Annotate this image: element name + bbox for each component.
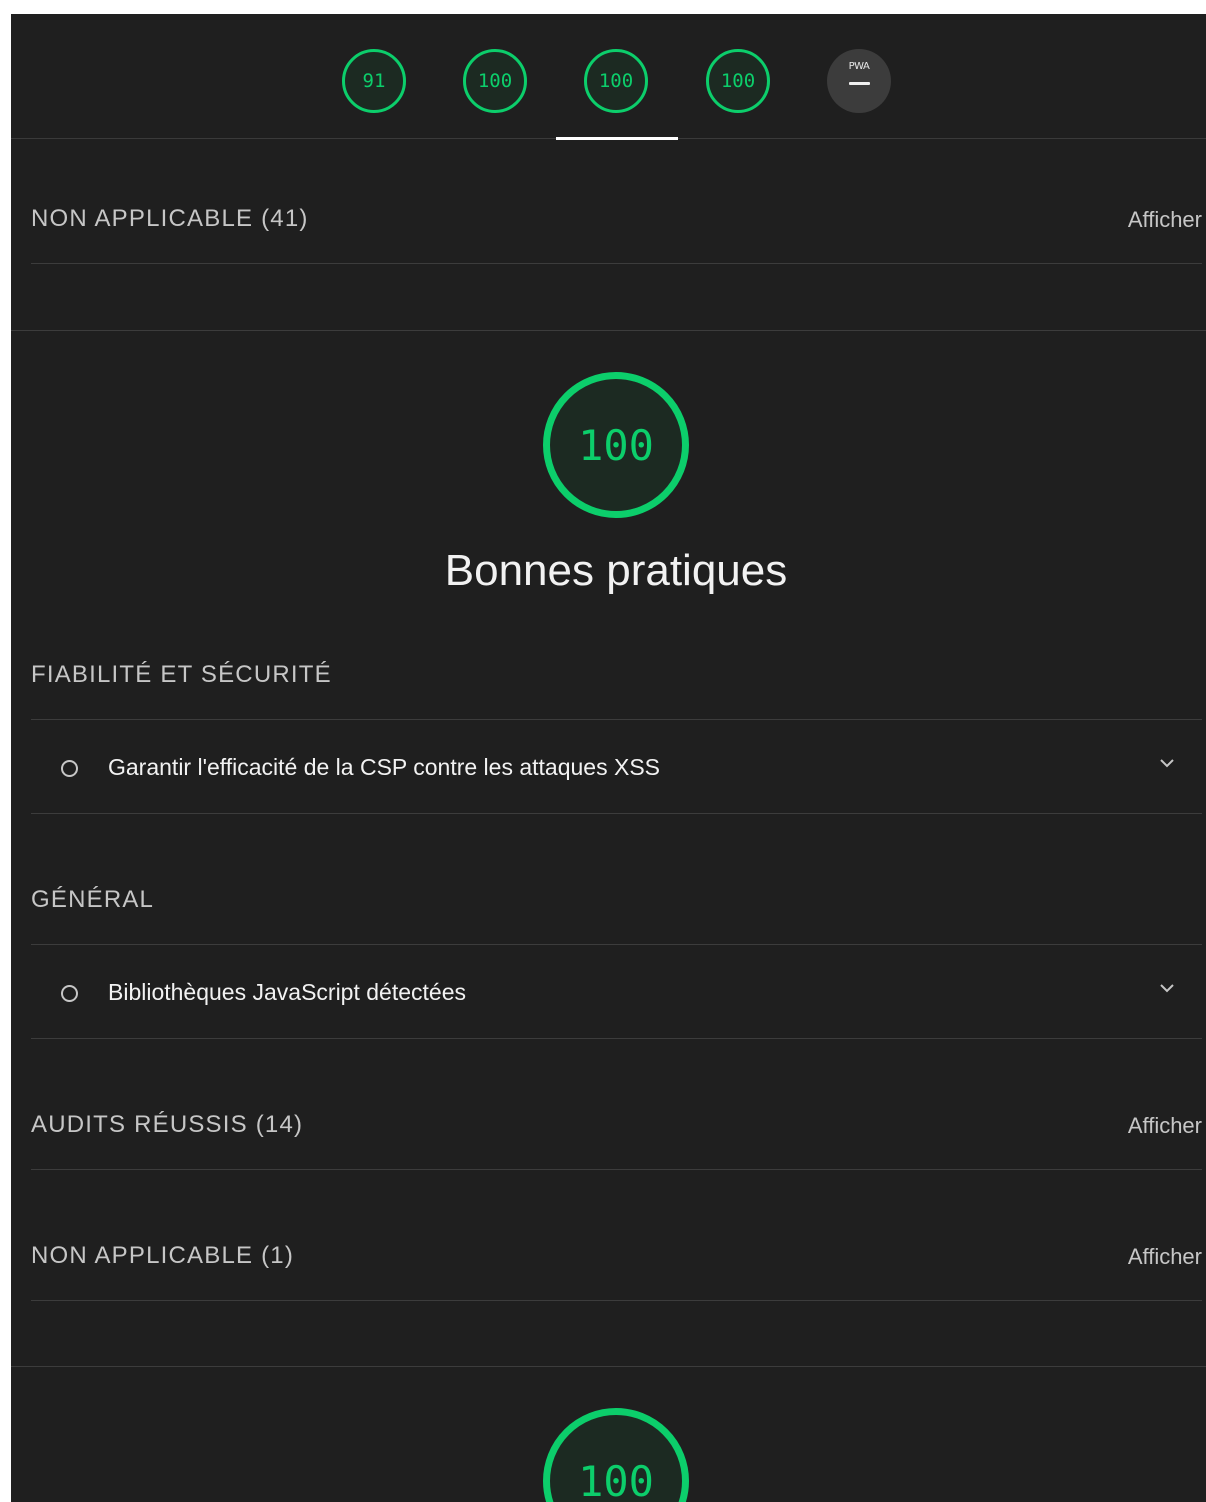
chevron-down-icon[interactable] [1160, 981, 1174, 995]
divider [31, 263, 1202, 264]
seo-score-gauge[interactable]: 100 [706, 49, 770, 113]
divider [31, 719, 1202, 720]
passed-audits-title: AUDITS RÉUSSIS (14) [31, 1111, 304, 1138]
audit-label: Bibliothèques JavaScript détectées [108, 979, 466, 1005]
non-applicable-show-link[interactable]: Afficher [1128, 1244, 1202, 1270]
non-applicable-show-link[interactable]: Afficher [1128, 207, 1202, 233]
reliability-group-title: FIABILITÉ ET SÉCURITÉ [31, 661, 332, 688]
non-applicable-title: NON APPLICABLE (1) [31, 1242, 295, 1269]
non-applicable-title: NON APPLICABLE (41) [31, 205, 309, 232]
audit-label: Garantir l'efficacité de la CSP contre l… [108, 754, 660, 780]
pwa-label: PWA [848, 61, 870, 72]
chevron-down-icon[interactable] [1160, 756, 1174, 770]
divider [31, 1169, 1202, 1170]
pwa-gauge[interactable]: PWA [827, 49, 891, 113]
report-frame: 91 100 100 100 PWA NON APPLICABLE (41) A… [11, 14, 1206, 1502]
general-group-title: GÉNÉRAL [31, 886, 155, 913]
seo-gauge: 100 [543, 1408, 689, 1502]
audit-js-libraries[interactable]: Bibliothèques JavaScript détectées [31, 946, 1202, 1038]
category-title: Bonnes pratiques [444, 546, 788, 595]
best-practices-score-gauge[interactable]: 100 [584, 49, 648, 113]
divider [31, 813, 1202, 814]
performance-score-gauge[interactable]: 91 [342, 49, 406, 113]
divider [31, 944, 1202, 945]
best-practices-gauge: 100 [543, 372, 689, 518]
score-nav: 91 100 100 100 PWA [11, 14, 1206, 140]
informative-circle-icon [61, 760, 78, 777]
audit-csp-xss[interactable]: Garantir l'efficacité de la CSP contre l… [31, 721, 1202, 813]
divider [31, 1300, 1202, 1301]
accessibility-score-gauge[interactable]: 100 [463, 49, 527, 113]
divider [31, 1038, 1202, 1039]
informative-circle-icon [61, 985, 78, 1002]
category-divider [11, 330, 1206, 331]
passed-audits-show-link[interactable]: Afficher [1128, 1113, 1202, 1139]
pwa-dash-icon [849, 82, 870, 85]
active-tab-indicator [556, 137, 678, 140]
category-divider [11, 1366, 1206, 1367]
